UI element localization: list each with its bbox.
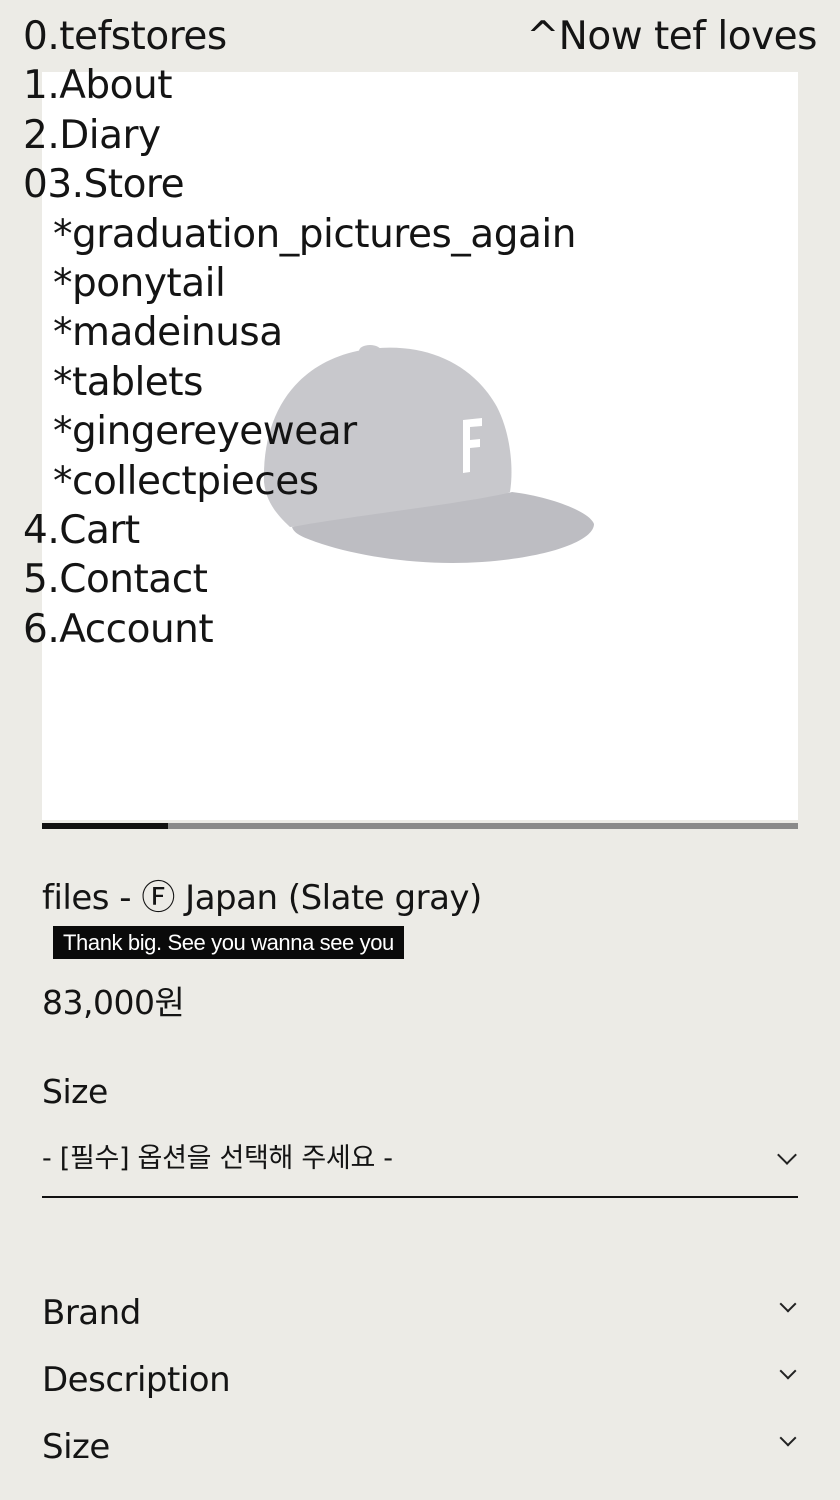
nav-account[interactable]: 6.Account [23, 605, 576, 654]
nav-store-item-tablets[interactable]: *tablets [23, 358, 576, 407]
nav-contact[interactable]: 5.Contact [23, 555, 576, 604]
main-nav: 0.tefstores 1.About 2.Diary 03.Store *gr… [23, 12, 576, 654]
nav-cart[interactable]: 4.Cart [23, 506, 576, 555]
size-option-label: Size [42, 1072, 108, 1111]
accordion-size-title: Size [42, 1427, 110, 1467]
chevron-down-icon [779, 1295, 797, 1313]
nav-store-item-graduation[interactable]: *graduation_pictures_again [23, 210, 576, 259]
gallery-slider-track[interactable] [42, 823, 798, 829]
gallery-slider-thumb[interactable] [42, 823, 169, 829]
accordion-brand[interactable]: Brand [42, 1290, 798, 1340]
promo-badge: Thank big. See you wanna see you [53, 926, 404, 959]
accordion-description-title: Description [42, 1360, 231, 1400]
product-price: 83,000원 [42, 983, 185, 1022]
nav-store[interactable]: 03.Store [23, 160, 576, 209]
chevron-down-icon [779, 1362, 797, 1380]
chevron-down-icon [777, 1145, 797, 1165]
nav-store-item-collectpieces[interactable]: *collectpieces [23, 457, 576, 506]
nav-diary[interactable]: 2.Diary [23, 111, 576, 160]
nav-logo[interactable]: 0.tefstores [23, 12, 576, 61]
nav-about[interactable]: 1.About [23, 61, 576, 110]
accordion-size[interactable]: Size [42, 1424, 798, 1474]
chevron-down-icon [779, 1429, 797, 1447]
accordion-brand-title: Brand [42, 1293, 141, 1333]
nav-store-item-ponytail[interactable]: *ponytail [23, 259, 576, 308]
nav-store-item-gingereyewear[interactable]: *gingereyewear [23, 407, 576, 456]
accordion-description[interactable]: Description [42, 1357, 798, 1407]
size-select[interactable]: - [필수] 옵션을 선택해 주세요 - [42, 1132, 798, 1198]
product-title: files - Ⓕ Japan (Slate gray) [42, 878, 482, 918]
now-loves-link[interactable]: ^Now tef loves [526, 12, 817, 61]
size-select-value: - [필수] 옵션을 선택해 주세요 - [42, 1143, 393, 1174]
nav-store-item-madeinusa[interactable]: *madeinusa [23, 308, 576, 357]
